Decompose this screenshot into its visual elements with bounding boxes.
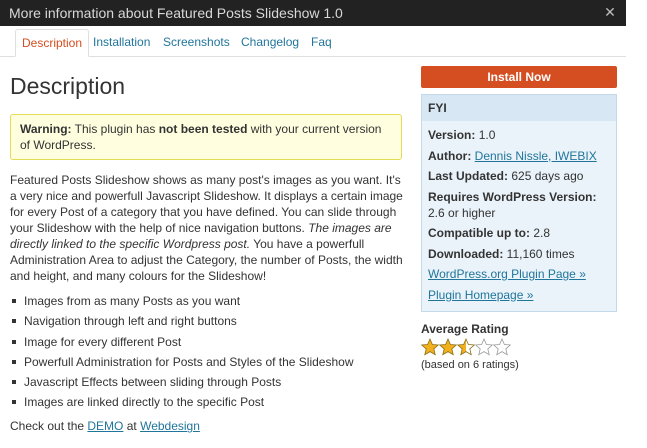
checkout-prefix: Check out the	[10, 419, 88, 434]
plugin-description: Featured Posts Slideshow shows as many p…	[10, 172, 410, 284]
star-empty-icon	[475, 337, 493, 356]
fyi-box: FYI Version: 1.0 Author: Dennis Nissle, …	[421, 94, 617, 312]
author-label: Author:	[428, 148, 472, 163]
version-row: Version: 1.0	[428, 127, 610, 143]
plugin-sidebar: Install Now FYI Version: 1.0 Author: Den…	[421, 66, 617, 371]
compatible-label: Compatible up to:	[428, 226, 530, 240]
fyi-title: FYI	[422, 95, 616, 121]
requires-row: Requires WordPress Version: 2.6 or highe…	[428, 189, 610, 221]
rating-title: Average Rating	[421, 321, 509, 336]
tab-changelog[interactable]: Changelog	[235, 29, 305, 57]
warning-notice: Warning: This plugin has not been tested…	[10, 114, 402, 160]
star-full-icon	[439, 337, 457, 356]
author-row: Author: Dennis Nissle, IWEBIX	[428, 148, 610, 164]
requires-value: 2.6 or higher	[428, 205, 496, 220]
last-updated-row: Last Updated: 625 days ago	[428, 168, 610, 184]
plugin-homepage-link[interactable]: Plugin Homepage »	[428, 288, 533, 302]
version-label: Version:	[428, 128, 476, 142]
modal-title: More information about Featured Posts Sl…	[9, 5, 343, 21]
warning-strong: not been tested	[158, 122, 248, 136]
downloaded-value: 11,160 times	[506, 246, 575, 261]
main-content: Description Warning: This plugin has not…	[10, 70, 410, 433]
last-updated-label: Last Updated:	[428, 169, 509, 183]
average-rating: Average Rating (based on 6 ratings)	[421, 322, 617, 371]
tab-installation[interactable]: Installation	[87, 29, 156, 57]
tab-bar: Description Installation Screenshots Cha…	[0, 26, 626, 57]
list-item: Image for every different Post	[10, 334, 410, 350]
list-item: Navigation through left and right button…	[10, 313, 410, 329]
star-half-icon	[457, 337, 475, 356]
list-item: Images from as many Posts as you want	[10, 293, 410, 309]
list-item: Javascript Effects between sliding throu…	[10, 374, 410, 390]
tab-screenshots[interactable]: Screenshots	[157, 29, 236, 57]
compatible-value: 2.8	[533, 226, 551, 240]
star-full-icon	[421, 337, 439, 356]
plugin-page-link[interactable]: WordPress.org Plugin Page »	[428, 267, 586, 281]
version-value: 1.0	[478, 128, 496, 142]
demo-link[interactable]: DEMO	[87, 419, 123, 433]
tab-description[interactable]: Description	[15, 29, 90, 57]
close-icon[interactable]: ✕	[602, 4, 618, 20]
webdesign-link[interactable]: Webdesign	[140, 419, 200, 433]
checkout-line: Check out the DEMO at Webdesign	[10, 419, 410, 433]
compatible-row: Compatible up to: 2.8	[428, 225, 610, 241]
warning-prefix: Warning:	[20, 122, 72, 136]
rating-count: (based on 6 ratings)	[421, 358, 519, 371]
warning-text-1: This plugin has	[71, 122, 159, 136]
modal-titlebar: More information about Featured Posts Sl…	[0, 0, 626, 26]
list-item: Powerfull Administration for Posts and S…	[10, 354, 410, 370]
checkout-middle: at	[123, 419, 141, 434]
feature-list: Images from as many Posts as you want Na…	[10, 293, 410, 410]
install-now-button[interactable]: Install Now	[421, 66, 617, 88]
list-item: Images are linked directly to the specif…	[10, 394, 410, 410]
downloaded-label: Downloaded:	[428, 246, 504, 261]
tab-faq[interactable]: Faq	[305, 29, 338, 57]
star-empty-icon	[493, 337, 511, 356]
last-updated-value: 625 days ago	[511, 169, 584, 183]
page-title: Description	[10, 73, 126, 99]
author-link[interactable]: Dennis Nissle, IWEBIX	[475, 149, 597, 163]
requires-label: Requires WordPress Version:	[428, 189, 597, 204]
downloaded-row: Downloaded: 11,160 times	[428, 246, 610, 262]
star-rating	[421, 337, 617, 358]
